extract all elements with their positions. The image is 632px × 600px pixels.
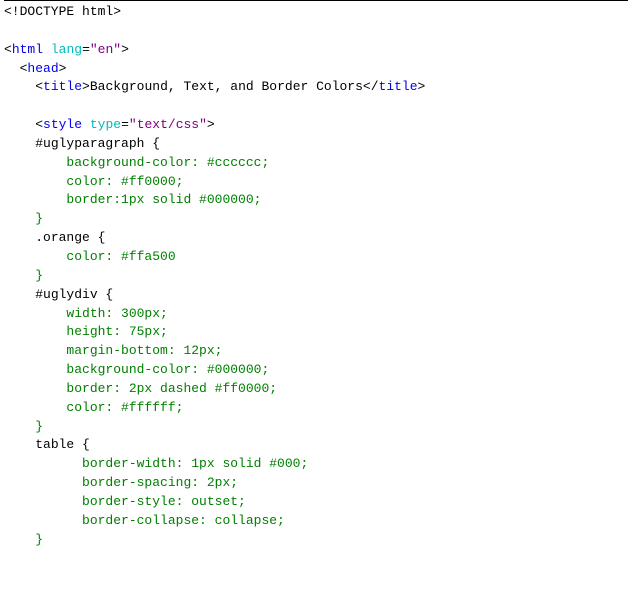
selector-table: table { xyxy=(35,437,90,452)
type-attr: type xyxy=(90,117,121,132)
css-line: border-collapse: collapse; xyxy=(35,513,285,528)
style-open: style xyxy=(43,117,82,132)
css-line: background-color: #cccccc; xyxy=(35,155,269,170)
title-close: title xyxy=(379,79,418,94)
css-line: margin-bottom: 12px; xyxy=(35,343,222,358)
html-open: html xyxy=(12,42,43,57)
css-line: border-style: outset; xyxy=(35,494,246,509)
brace-close: } xyxy=(35,211,43,226)
doctype-line: <!DOCTYPE html> xyxy=(4,4,121,19)
selector-uglydiv: #uglydiv { xyxy=(35,287,113,302)
brace-close: } xyxy=(35,419,43,434)
code-snippet-page: <!DOCTYPE html> <html lang="en"> <head> … xyxy=(0,0,632,600)
css-line: width: 300px; xyxy=(35,306,168,321)
selector-uglyparagraph: #uglyparagraph { xyxy=(35,136,160,151)
css-line: color: #ff0000; xyxy=(35,174,183,189)
selector-orange: .orange { xyxy=(35,230,105,245)
title-text: Background, Text, and Border Colors xyxy=(90,79,363,94)
css-line: border: 2px dashed #ff0000; xyxy=(35,381,277,396)
lang-value: "en" xyxy=(90,42,121,57)
css-line: color: #ffffff; xyxy=(35,400,183,415)
css-line: border:1px solid #000000; xyxy=(35,192,261,207)
css-line: color: #ffa500 xyxy=(35,249,175,264)
code-block: <!DOCTYPE html> <html lang="en"> <head> … xyxy=(4,3,628,549)
brace-close: } xyxy=(35,268,43,283)
css-line: border-width: 1px solid #000; xyxy=(35,456,308,471)
type-value: "text/css" xyxy=(129,117,207,132)
top-border xyxy=(4,0,628,1)
css-line: background-color: #000000; xyxy=(35,362,269,377)
title-open: title xyxy=(43,79,82,94)
brace-close: } xyxy=(35,532,43,547)
lang-attr: lang xyxy=(51,42,82,57)
css-line: height: 75px; xyxy=(35,324,168,339)
css-line: border-spacing: 2px; xyxy=(35,475,238,490)
head-open: head xyxy=(27,61,58,76)
